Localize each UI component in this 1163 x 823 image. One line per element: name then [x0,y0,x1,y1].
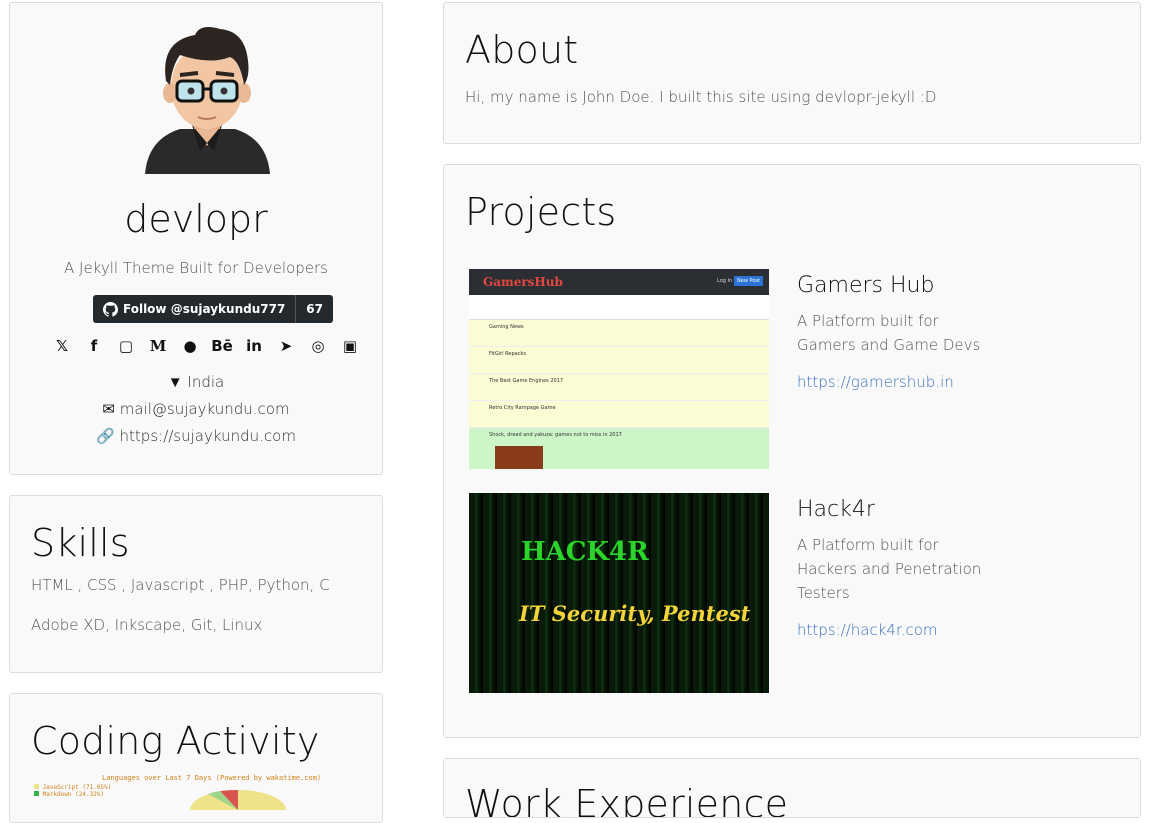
about-text: Hi, my name is John Doe. I built this si… [465,88,937,106]
website-text[interactable]: https://sujaykundu.com [120,427,296,445]
email-text[interactable]: mail@sujaykundu.com [120,400,290,418]
avatar [145,27,270,174]
legend-item: Markdown (24.32%) [42,791,105,798]
behance-icon[interactable]: Bē [206,337,238,355]
facebook-icon[interactable]: f [78,337,110,355]
skills-line-1: HTML , CSS , Javascript , PHP, Python, C [31,576,330,594]
skills-card: Skills HTML , CSS , Javascript , PHP, Py… [9,495,383,673]
languages-pie [190,790,286,810]
thumb-new-post: New Post [734,276,763,286]
project-link[interactable]: https://gamershub.in [797,373,954,391]
coding-activity-card: Coding Activity Languages over Last 7 Da… [9,693,383,823]
thumb-post: Retro City Rampage Game [469,401,769,428]
thumb-post: Shock, dread and yakuza: games not to mi… [489,432,622,438]
chart-caption: Languages over Last 7 Days (Powered by w… [102,774,322,782]
github-icon [103,301,118,317]
twitter-icon[interactable]: 𝕏 [46,337,78,355]
github-follow-button[interactable]: Follow @sujaykundu777 67 [93,295,333,323]
thumb-post: The Best Game Engines 2017 [469,374,769,401]
projects-card: Projects GamersHub Log In ▾ New Post Gam… [443,164,1141,738]
linkedin-icon[interactable]: in [238,337,270,355]
map-marker-icon: ▼ [167,373,183,391]
about-card: About Hi, my name is John Doe. I built t… [443,2,1141,144]
work-title: Work Experience [465,782,789,818]
project-description: A Platform built for Hackers and Penetra… [797,536,982,602]
thumb-logo: GamersHub [483,275,563,289]
work-experience-card: Work Experience [443,758,1141,818]
location-text: India [187,373,225,391]
thumb-post: Gaming News [469,320,769,347]
project-thumbnail[interactable]: HACK4R IT Security, Pentest [469,493,769,693]
dribbble-icon[interactable]: ◎ [302,337,334,355]
github-follow-count: 67 [306,302,323,316]
project-item: GamersHub Log In ▾ New Post Gaming News … [469,269,1119,469]
skills-title: Skills [31,521,130,565]
profile-name: devlopr [124,197,268,241]
telegram-icon[interactable]: ➤ [270,337,302,355]
website-line[interactable]: 🔗 https://sujaykundu.com [10,427,382,445]
instagram-icon[interactable]: ▢ [110,337,142,355]
project-thumbnail[interactable]: GamersHub Log In ▾ New Post Gaming News … [469,269,769,469]
location-line: ▼ India [10,373,382,391]
github-icon[interactable]: ● [174,337,206,355]
thumb-title: HACK4R [521,537,649,567]
flickr-icon[interactable]: ▣ [334,337,366,355]
about-title: About [465,28,579,72]
project-item: HACK4R IT Security, Pentest Hack4r A Pla… [469,493,1119,693]
coding-title: Coding Activity [31,719,320,763]
project-link[interactable]: https://hack4r.com [797,621,938,639]
github-follow-label: Follow @sujaykundu777 [123,302,286,316]
email-line[interactable]: ✉ mail@sujaykundu.com [10,400,382,418]
project-title: Gamers Hub [797,273,935,298]
profile-tagline: A Jekyll Theme Built for Developers [64,259,328,277]
medium-icon[interactable]: M [142,337,174,355]
envelope-icon: ✉ [102,400,115,418]
projects-title: Projects [465,190,617,234]
skills-line-2: Adobe XD, Inkscape, Git, Linux [31,616,263,634]
thumb-post: FitGirl Repacks [469,347,769,374]
profile-card: devlopr A Jekyll Theme Built for Develop… [9,2,383,475]
social-links: 𝕏 f ▢ M ● Bē in ➤ ◎ ▣ [46,337,366,355]
link-icon: 🔗 [96,427,115,445]
legend-item: JavaScript (71.05%) [42,784,112,791]
project-description: A Platform built for Gamers and Game Dev… [797,312,981,354]
chart-legend: JavaScript (71.05%) Markdown (24.32%) [34,784,111,798]
project-title: Hack4r [797,497,875,522]
thumb-subtitle: IT Security, Pentest [519,601,751,626]
